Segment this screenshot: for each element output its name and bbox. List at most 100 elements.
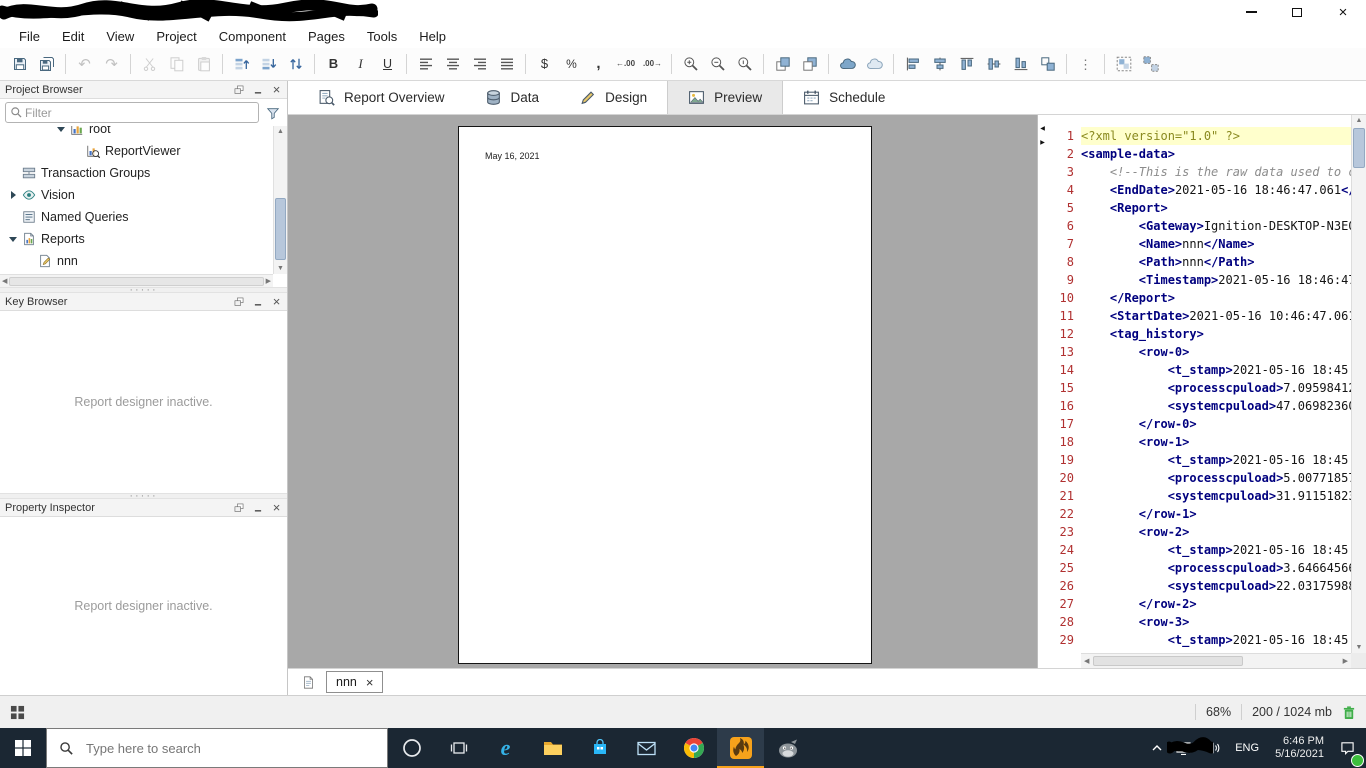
align-bottom-edges-button[interactable] [1007,51,1034,77]
tab-schedule[interactable]: Schedule [783,81,905,114]
menu-tools[interactable]: Tools [356,26,408,47]
tab-design[interactable]: Design [559,81,667,114]
align-justify-button[interactable] [493,51,520,77]
taskbar-app-ignition[interactable] [717,728,764,768]
shape-union-button[interactable] [834,51,861,77]
code-vertical-scrollbar[interactable]: ▲ ▼ [1351,115,1366,653]
minimize-button[interactable] [1228,0,1274,24]
maximize-button[interactable] [1274,0,1320,24]
scrollbar-thumb[interactable] [275,198,286,260]
move-down-button[interactable] [255,51,282,77]
float-panel-button[interactable] [233,502,244,513]
menu-view[interactable]: View [95,26,145,47]
menu-pages[interactable]: Pages [297,26,356,47]
menu-project[interactable]: Project [145,26,207,47]
memory-usage[interactable]: 200 / 1024 mb [1252,705,1332,719]
tree-item-nnn[interactable]: nnn [0,250,273,272]
taskbar-app-store[interactable] [576,728,623,768]
float-panel-button[interactable] [233,296,244,307]
close-panel-button[interactable]: × [271,501,282,514]
filter-settings-button[interactable] [264,106,282,120]
tree-horizontal-scrollbar[interactable]: ◀ ▶ [0,274,273,287]
scrollbar-thumb[interactable] [1093,656,1244,666]
align-top-edges-button[interactable] [953,51,980,77]
tree-item-reportviewer[interactable]: ReportViewer [0,140,273,162]
align-center-vertical-button[interactable] [980,51,1007,77]
taskbar-app-chrome[interactable] [670,728,717,768]
increase-decimal-button[interactable]: ←.00 [612,51,639,77]
scrollbar-thumb[interactable] [9,276,264,286]
align-left-button[interactable] [412,51,439,77]
tree-item-root[interactable]: root [0,126,273,140]
ungroup-button[interactable] [1137,51,1164,77]
group-button[interactable] [1110,51,1137,77]
tab-data[interactable]: Data [465,81,560,114]
doc-tab-close-button[interactable]: × [366,676,374,689]
more-button[interactable]: ⋮ [1072,51,1099,77]
start-button[interactable] [0,728,46,768]
taskbar-app-mail[interactable] [623,728,670,768]
minimize-panel-button[interactable] [252,502,263,513]
align-left-edges-button[interactable] [899,51,926,77]
collapse-right-icon[interactable]: ▶ [1040,139,1045,146]
match-size-button[interactable] [1034,51,1061,77]
scroll-right-icon[interactable]: ▶ [1343,657,1348,665]
zoom-level[interactable]: 68% [1206,705,1231,719]
zoom-out-button[interactable] [704,51,731,77]
close-panel-button[interactable]: × [271,295,282,308]
align-center-horizontal-button[interactable] [926,51,953,77]
shape-subtract-button[interactable] [861,51,888,77]
minimize-panel-button[interactable] [252,84,263,95]
panels-grid-button[interactable] [10,705,25,720]
taskbar-clock[interactable]: 6:46 PM 5/16/2021 [1266,735,1333,761]
menu-help[interactable]: Help [408,26,457,47]
language-indicator[interactable]: ENG [1228,742,1266,754]
align-right-button[interactable] [466,51,493,77]
scroll-down-icon[interactable]: ▼ [274,265,287,272]
menu-file[interactable]: File [8,26,51,47]
xml-source-view[interactable]: 1 <?xml version="1.0" ?> 2 <sample-data> 3 <… [1047,127,1351,653]
filter-input[interactable] [23,104,254,121]
tab-preview[interactable]: Preview [667,81,784,114]
close-button[interactable]: × [1320,0,1366,24]
save-button[interactable] [6,51,33,77]
collapse-arrow-icon[interactable] [9,236,17,246]
scroll-left-icon[interactable]: ◀ [2,277,7,285]
currency-button[interactable]: $ [531,51,558,77]
move-up-button[interactable] [228,51,255,77]
align-center-button[interactable] [439,51,466,77]
decrease-decimal-button[interactable]: .00→ [639,51,666,77]
taskbar-app-gimp[interactable] [764,728,811,768]
float-panel-button[interactable] [233,84,244,95]
scroll-up-icon[interactable]: ▲ [1352,117,1366,124]
taskbar-app-file-explorer[interactable] [529,728,576,768]
scrollbar-thumb[interactable] [1353,128,1365,168]
taskbar-app-edge[interactable]: e [482,728,529,768]
tree-item-reports[interactable]: Reports [0,228,273,250]
tree-vertical-scrollbar[interactable]: ▲ ▼ [273,126,287,274]
scroll-up-icon[interactable]: ▲ [274,128,287,135]
italic-button[interactable]: I [347,51,374,77]
zoom-actual-button[interactable] [731,51,758,77]
taskbar-app-cortana[interactable] [388,728,435,768]
comma-button[interactable]: , [585,51,612,77]
taskbar-search-input[interactable] [84,739,375,757]
action-center-button[interactable] [1333,741,1362,755]
bold-button[interactable]: B [320,51,347,77]
collapse-arrow-icon[interactable] [57,126,65,136]
scroll-left-icon[interactable]: ◀ [1084,657,1089,665]
bring-to-front-button[interactable] [769,51,796,77]
minimize-panel-button[interactable] [252,296,263,307]
taskbar-app-task-view[interactable] [435,728,482,768]
zoom-in-button[interactable] [677,51,704,77]
menu-component[interactable]: Component [208,26,297,47]
percent-button[interactable]: % [558,51,585,77]
expand-arrow-icon[interactable] [10,191,20,199]
garbage-collect-icon[interactable] [1342,705,1356,720]
collapse-left-icon[interactable]: ◀ [1040,125,1045,132]
scroll-right-icon[interactable]: ▶ [266,277,271,285]
hidden-icons-button[interactable] [1145,744,1169,752]
tab-report-overview[interactable]: Report Overview [298,81,465,114]
underline-button[interactable]: U [374,51,401,77]
close-panel-button[interactable]: × [271,83,282,96]
